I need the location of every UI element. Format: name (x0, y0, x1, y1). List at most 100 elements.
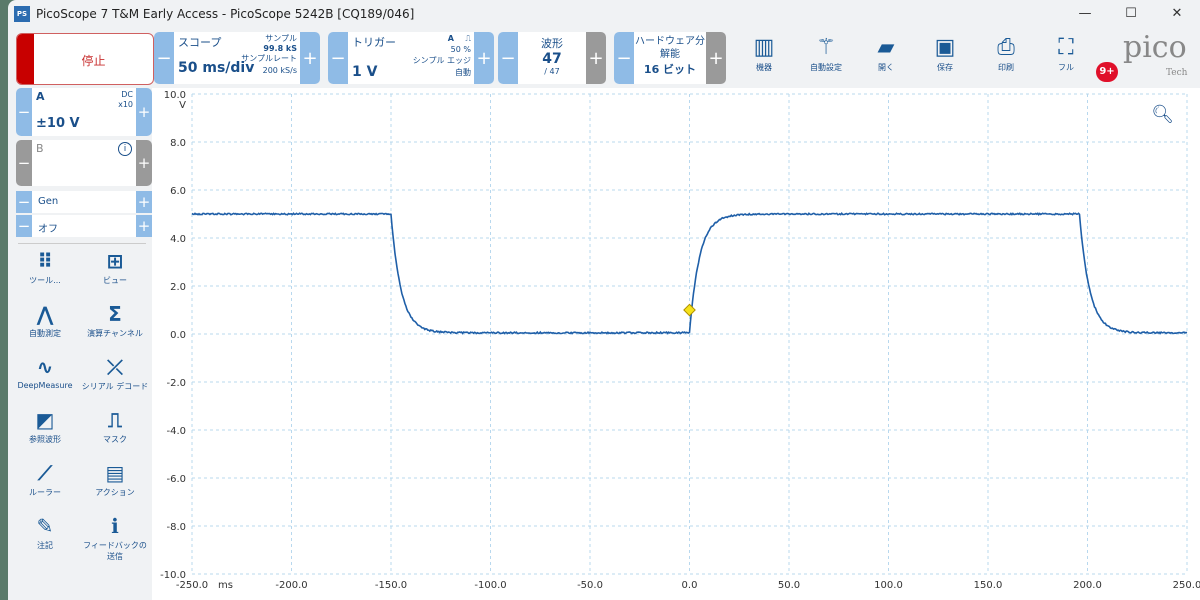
fullscreen-button[interactable]: ⛶フル (1036, 34, 1096, 73)
zoom-icon[interactable]: 🔍︎ (1151, 104, 1174, 125)
y-tick-label: -2.0 (166, 378, 186, 389)
gen-state-decrease-button[interactable]: − (16, 215, 32, 237)
resolution-decrease-button[interactable]: − (614, 32, 634, 84)
gen-state-increase-button[interactable]: + (136, 215, 152, 237)
sidebar-item-1[interactable]: ⊞ビュー (80, 247, 150, 286)
sidebar-icon: ◩ (10, 406, 80, 434)
sidebar-item-0[interactable]: ⠿ツール... (10, 247, 80, 286)
sidebar-icon: ⠿ (10, 247, 80, 275)
open-button[interactable]: ▰開く (856, 34, 916, 73)
sidebar-item-9[interactable]: ▤アクション (80, 459, 150, 498)
x-tick-label: -250.0 (176, 580, 208, 591)
channel-b-decrease-button[interactable]: − (16, 140, 32, 186)
channel-a-control: − A DC x10 ±10 V + (16, 88, 152, 136)
app-window: PS PicoScope 7 T&M Early Access - PicoSc… (8, 0, 1200, 600)
x-tick-label: 150.0 (974, 580, 1003, 591)
channel-a-increase-button[interactable]: + (136, 88, 152, 136)
y-tick-label: -4.0 (166, 426, 186, 437)
channel-b-control: − B i + (16, 140, 152, 186)
sidebar-item-7[interactable]: ⎍マスク (80, 406, 150, 445)
x-unit-label: ms (218, 580, 233, 591)
instrument-button[interactable]: ▥機器 (734, 34, 794, 73)
sidebar-item-5[interactable]: ⤫シリアル デコード (80, 353, 150, 392)
notification-badge[interactable]: 9+ (1096, 62, 1118, 82)
auto-setup-button[interactable]: ⚚自動設定 (796, 34, 856, 73)
sidebar-icon: ⤫ (80, 353, 150, 381)
save-button[interactable]: ▣保存 (915, 34, 975, 73)
pico-logo: pico (1123, 30, 1187, 65)
y-tick-label: 4.0 (170, 234, 186, 245)
sidebar-item-label: 自動測定 (10, 328, 80, 339)
gen-decrease-button[interactable]: − (16, 191, 32, 213)
x-tick-label: -50.0 (577, 580, 603, 591)
scope-control: − スコープ 50 ms/div サンプル 99.8 kS サンプルレート 20… (154, 32, 320, 84)
print-button[interactable]: ⎙印刷 (976, 34, 1036, 73)
instrument-icon: ▥ (734, 34, 794, 62)
sidebar-item-label: フィードバックの送信 (80, 540, 150, 562)
sidebar-item-label: 注記 (10, 540, 80, 551)
waveform-control: − 波形 47 / 47 + (498, 32, 606, 84)
gen-increase-button[interactable]: + (136, 191, 152, 213)
y-tick-label: 2.0 (170, 282, 186, 293)
sidebar-icon: ⟋ (10, 459, 80, 487)
timebase-decrease-button[interactable]: − (154, 32, 174, 84)
y-tick-label: 8.0 (170, 138, 186, 149)
close-button[interactable]: ✕ (1154, 0, 1200, 28)
sidebar-item-8[interactable]: ⟋ルーラー (10, 459, 80, 498)
y-tick-label: -6.0 (166, 474, 186, 485)
trigger-level[interactable]: 1 V (352, 64, 377, 80)
sidebar-icon: ℹ (80, 512, 150, 540)
app-logo-icon: PS (14, 6, 30, 22)
channel-a-decrease-button[interactable]: − (16, 88, 32, 136)
rising-edge-icon: ⎍ (465, 34, 471, 44)
divider (18, 243, 146, 244)
scope-plot[interactable]: -250.0-200.0-150.0-100.0-50.00.050.0100.… (152, 88, 1200, 600)
sidebar-item-4[interactable]: ∿DeepMeasure (10, 353, 80, 390)
sidebar-icon: ⋀ (10, 300, 80, 328)
generator-control: −Gen+ −オフ+ (16, 191, 152, 238)
channel-b-increase-button[interactable]: + (136, 140, 152, 186)
trigger-marker (684, 304, 695, 315)
sidebar-item-label: 演算チャンネル (80, 328, 150, 339)
x-tick-label: 250.0 (1173, 580, 1200, 591)
y-tick-label: -10.0 (160, 570, 186, 581)
title-bar: PS PicoScope 7 T&M Early Access - PicoSc… (8, 0, 1200, 28)
sidebar-item-10[interactable]: ✎注記 (10, 512, 80, 551)
sidebar-item-label: シリアル デコード (80, 381, 150, 392)
sidebar-icon: ▤ (80, 459, 150, 487)
print-icon: ⎙ (976, 34, 1036, 62)
resolution-control: − ハードウェア分解能 16 ビット + (614, 32, 726, 84)
x-tick-label: -150.0 (375, 580, 407, 591)
sidebar-item-11[interactable]: ℹフィードバックの送信 (80, 512, 150, 562)
info-icon[interactable]: i (118, 142, 132, 156)
waveform-chart[interactable]: -250.0-200.0-150.0-100.0-50.00.050.0100.… (152, 88, 1200, 600)
x-tick-label: 200.0 (1073, 580, 1102, 591)
sidebar-item-label: ツール... (10, 275, 80, 286)
window-title: PicoScope 7 T&M Early Access - PicoScope… (36, 7, 414, 21)
sidebar-item-6[interactable]: ◩参照波形 (10, 406, 80, 445)
pico-logo-subtitle: Tech (1166, 68, 1187, 78)
stop-button[interactable]: 停止 (16, 33, 154, 85)
trigger-decrease-button[interactable]: − (328, 32, 348, 84)
sidebar-icon: ⎍ (80, 406, 150, 434)
gen-state[interactable]: オフ (32, 215, 136, 237)
folder-icon: ▰ (856, 34, 916, 62)
resolution-increase-button[interactable]: + (706, 32, 726, 84)
x-tick-label: 100.0 (874, 580, 903, 591)
maximize-button[interactable]: ☐ (1108, 0, 1154, 28)
y-tick-label: 0.0 (170, 330, 186, 341)
minimize-button[interactable]: — (1062, 0, 1108, 28)
waveform-prev-button[interactable]: − (498, 32, 518, 84)
timebase-increase-button[interactable]: + (300, 32, 320, 84)
channel-a-range[interactable]: ±10 V (36, 116, 80, 131)
sidebar-item-2[interactable]: ⋀自動測定 (10, 300, 80, 339)
waveform-number[interactable]: 47 (518, 51, 586, 67)
resolution-value[interactable]: 16 ビット (634, 61, 706, 77)
sidebar-item-label: ルーラー (10, 487, 80, 498)
waveform-next-button[interactable]: + (586, 32, 606, 84)
sidebar-item-label: マスク (80, 434, 150, 445)
trigger-increase-button[interactable]: + (474, 32, 494, 84)
sidebar-icon: Σ (80, 300, 150, 328)
sidebar-item-3[interactable]: Σ演算チャンネル (80, 300, 150, 339)
sidebar-item-label: アクション (80, 487, 150, 498)
